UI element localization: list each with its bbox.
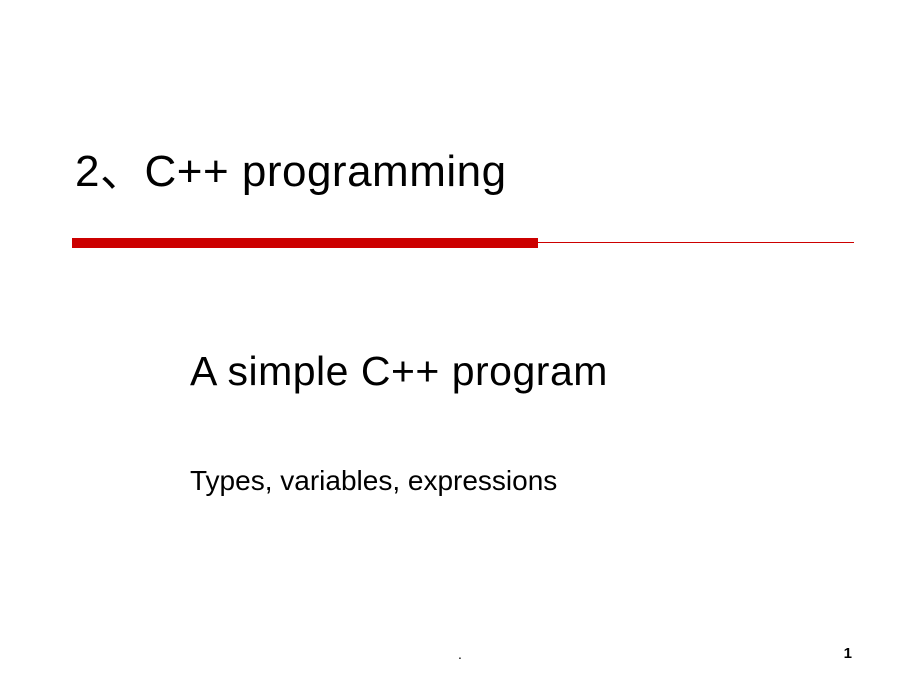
title-underline bbox=[72, 238, 854, 248]
slide-title: 2、C++ programming bbox=[75, 135, 507, 199]
slide-subtext: Types, variables, expressions bbox=[190, 465, 557, 497]
rule-thick bbox=[72, 238, 538, 248]
footer-mark: . bbox=[458, 646, 462, 662]
slide-subtitle: A simple C++ program bbox=[190, 348, 608, 395]
page-number: 1 bbox=[844, 645, 852, 662]
rule-thin bbox=[538, 242, 854, 243]
slide-container: 2、C++ programming A simple C++ program T… bbox=[0, 0, 920, 690]
